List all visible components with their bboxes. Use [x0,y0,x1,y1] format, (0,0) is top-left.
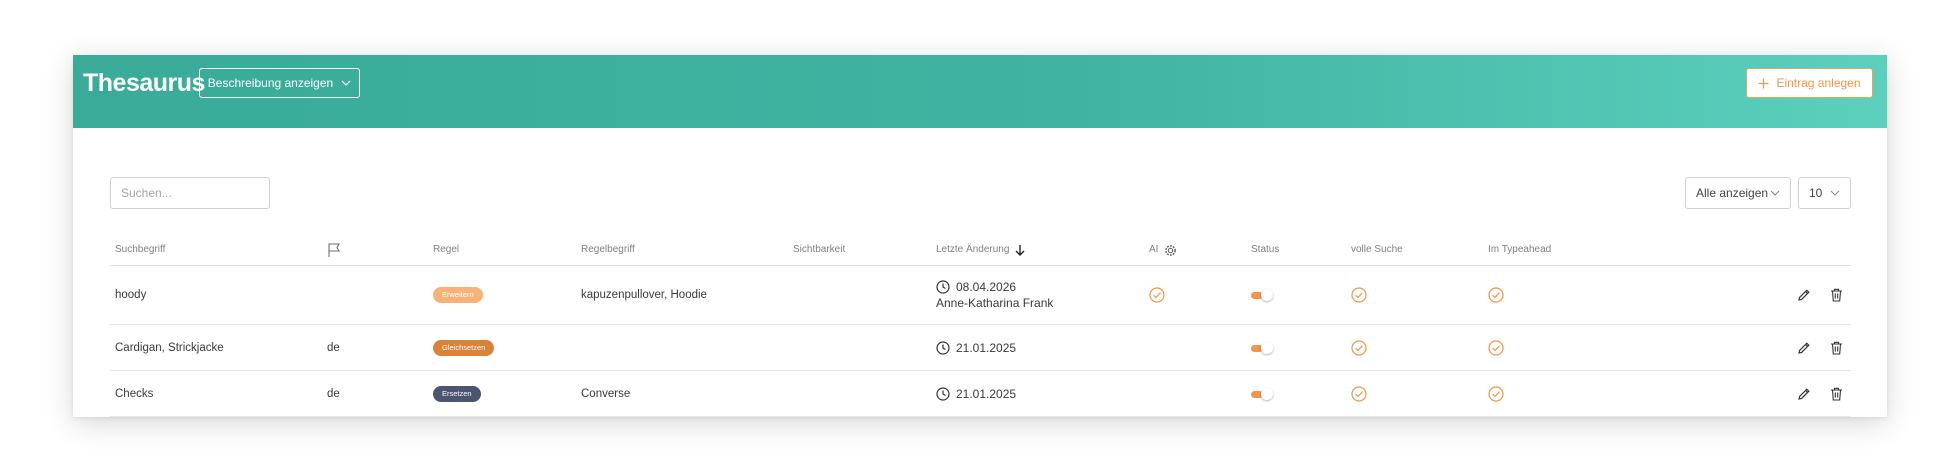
trash-icon[interactable] [1830,387,1843,401]
add-entry-button[interactable]: Eintrag anlegen [1746,68,1873,98]
cell-language: de [327,341,340,354]
page-size-value: 10 [1809,186,1823,200]
pencil-icon[interactable] [1797,341,1811,355]
plus-icon [1758,78,1769,88]
pencil-icon[interactable] [1797,288,1811,302]
column-label: Suchbegriff [115,244,166,255]
cell-status [1251,325,1275,370]
check-circle-icon [1351,385,1367,402]
column-label: Im Typeahead [1488,244,1552,255]
filter-select-value: Alle anzeigen [1696,186,1769,200]
rule-badge: Ersetzen [433,385,481,402]
cell-language: de [327,387,340,400]
rule-badge: Erweitern [433,287,483,303]
clock-icon [936,340,950,355]
date-text: 21.01.2025 [956,340,1017,355]
cell-suchbegriff: Cardigan, Strickjacke [115,341,224,354]
column-header-im-typeahead[interactable]: Im Typeahead [1488,235,1551,265]
thesaurus-card: Thesaurus Beschreibung anzeigen Eintrag … [73,55,1887,417]
check-circle-icon [1351,339,1367,356]
cell-suchbegriff: hoody [115,289,147,301]
check-circle-icon [1351,287,1367,303]
chevron-down-icon [341,80,351,86]
check-circle-icon [1488,385,1504,402]
chevron-down-icon [1830,190,1840,196]
pencil-icon[interactable] [1797,387,1811,401]
column-header-ai[interactable]: AI [1149,235,1177,265]
check-circle-icon [1488,339,1504,356]
arrow-down-icon [1015,245,1025,256]
column-label: Regelbegriff [581,244,635,255]
add-entry-label: Eintrag anlegen [1776,76,1861,90]
trash-icon[interactable] [1830,341,1843,355]
filter-select[interactable]: Alle anzeigen [1685,177,1791,209]
column-header-regelbegriff[interactable]: Regelbegriff [581,235,635,265]
date-text: 21.01.2025 [956,386,1017,401]
column-label: Regel [433,244,460,255]
date-text: 08.04.2026 [956,280,1017,294]
search-input[interactable] [110,177,270,209]
cell-ai [1149,266,1165,324]
check-circle-icon [1149,287,1165,303]
rule-badge: Gleichsetzen [433,339,495,356]
cell-letzte-aenderung: 08.04.2026 Anne-Katharina Frank [936,266,1053,324]
cell-letzte-aenderung: 21.01.2025 [936,371,1016,416]
cell-regel: Gleichsetzen [433,325,495,370]
column-header-letzte-aenderung[interactable]: Letzte Änderung [936,235,1025,265]
author-text: Anne-Katharina Frank [936,296,1054,310]
table-row[interactable]: Cardigan, Strickjacke de Gleichsetzen 21… [110,325,1851,371]
column-label: Status [1251,244,1280,255]
cell-actions [1797,325,1843,370]
column-label: AI [1149,244,1159,255]
page-size-select[interactable]: 10 [1798,177,1851,209]
cell-regelbegriff: Converse [581,387,631,400]
column-header-volle-suche[interactable]: volle Suche [1351,235,1403,265]
trash-icon[interactable] [1830,288,1843,302]
cell-volle-suche [1351,266,1367,324]
check-circle-icon [1488,287,1504,303]
column-label: Sichtbarkeit [793,244,846,255]
cell-status [1251,371,1275,416]
cell-volle-suche [1351,325,1367,370]
clock-icon [936,386,950,401]
column-header-sichtbarkeit[interactable]: Sichtbarkeit [793,235,845,265]
status-toggle[interactable] [1251,341,1275,354]
show-description-label: Beschreibung anzeigen [207,76,334,90]
column-label: Letzte Änderung [936,244,1010,255]
column-header-status[interactable]: Status [1251,235,1279,265]
cell-im-typeahead [1488,325,1504,370]
gear-icon [1165,244,1177,256]
cell-regel: Ersetzen [433,371,481,416]
cell-letzte-aenderung: 21.01.2025 [936,325,1016,370]
cell-actions [1797,266,1843,324]
cell-regelbegriff: kapuzenpullover, Hoodie [581,289,707,301]
flag-icon [328,242,340,257]
column-label: volle Suche [1351,244,1403,255]
column-header-regel[interactable]: Regel [433,235,459,265]
header-bar: Thesaurus Beschreibung anzeigen Eintrag … [73,55,1887,128]
cell-regel: Erweitern [433,266,483,324]
status-toggle[interactable] [1251,289,1275,301]
cell-status [1251,266,1275,324]
clock-icon [936,280,950,294]
table-row[interactable]: hoody Erweitern kapuzenpullover, Hoodie … [110,266,1851,325]
table-row[interactable]: Checks de Ersetzen Converse 21.01.2025 [110,371,1851,417]
page-title: Thesaurus [83,69,205,97]
status-toggle[interactable] [1251,387,1275,400]
cell-volle-suche [1351,371,1367,416]
column-header-suchbegriff[interactable]: Suchbegriff [115,235,165,265]
chevron-down-icon [1770,190,1780,196]
cell-suchbegriff: Checks [115,387,154,400]
table-header: Suchbegriff Regel Regelbegriff Sichtbark… [110,235,1851,266]
cell-actions [1797,371,1843,416]
show-description-button[interactable]: Beschreibung anzeigen [199,68,360,98]
cell-im-typeahead [1488,266,1504,324]
column-header-language[interactable] [327,235,341,265]
cell-im-typeahead [1488,371,1504,416]
